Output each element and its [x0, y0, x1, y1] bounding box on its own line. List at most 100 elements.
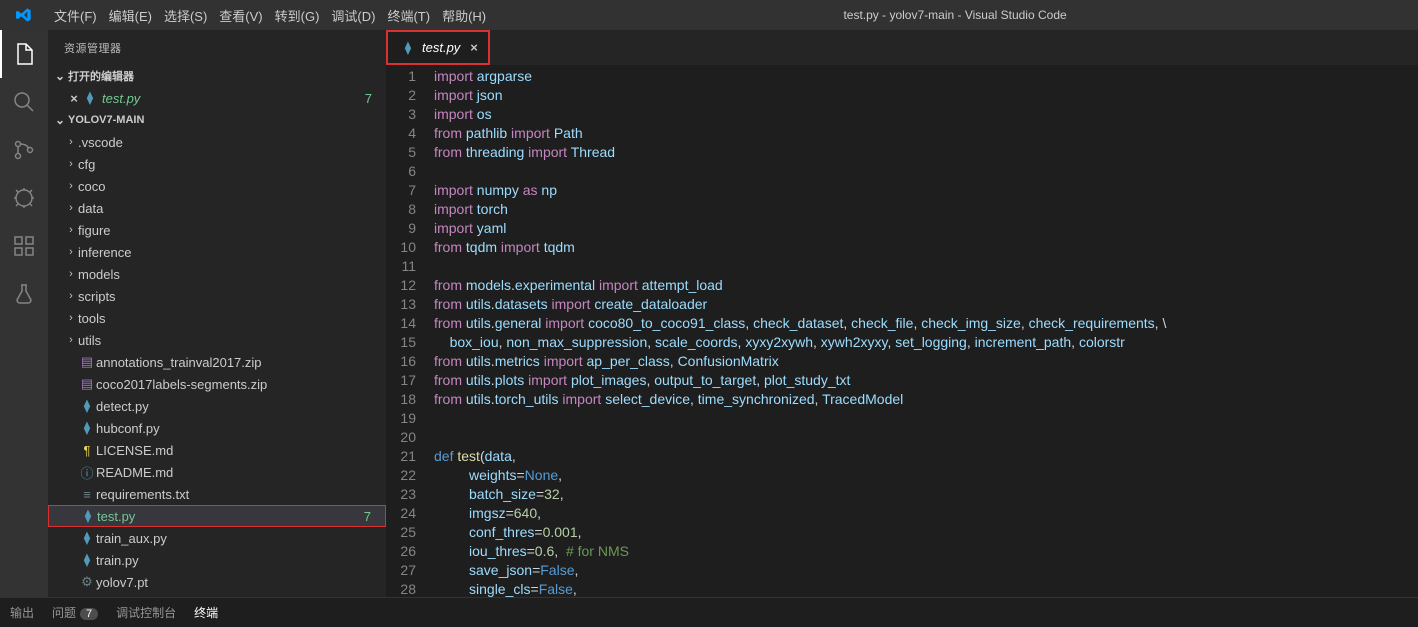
python-file-icon: ⧫ [82, 90, 98, 106]
explorer-icon[interactable] [0, 30, 48, 78]
chevron-down-icon: ⌄ [52, 69, 68, 83]
source-control-icon[interactable] [0, 126, 48, 174]
item-label: train_aux.py [96, 531, 386, 546]
item-label: test.py [97, 509, 364, 524]
lic-file-icon: ¶ [78, 443, 96, 458]
chevron-down-icon: ⌄ [52, 113, 68, 127]
chevron-right-icon: › [64, 136, 78, 148]
chevron-right-icon: › [64, 202, 78, 214]
file-item[interactable]: ⧫train.py [48, 549, 386, 571]
menu-item[interactable]: 终端(T) [381, 6, 436, 25]
file-item[interactable]: ¶LICENSE.md [48, 439, 386, 461]
panel-tab[interactable]: 终端 [194, 604, 218, 621]
menu-item[interactable]: 调试(D) [325, 6, 381, 25]
folder-item[interactable]: ›cfg [48, 153, 386, 175]
file-item[interactable]: ⧫detect.py [48, 395, 386, 417]
code-area[interactable]: 1234567891011121314151617181920212223242… [386, 65, 1418, 597]
chevron-right-icon: › [64, 158, 78, 170]
item-label: hubconf.py [96, 421, 386, 436]
gear-file-icon: ⚙ [78, 574, 96, 590]
item-label: .vscode [78, 135, 386, 150]
folder-item[interactable]: ›coco [48, 175, 386, 197]
item-label: cfg [78, 157, 386, 172]
tab-label: test.py [422, 40, 460, 55]
item-label: coco [78, 179, 386, 194]
file-item[interactable]: ▤annotations_trainval2017.zip [48, 351, 386, 373]
file-item[interactable]: ⚙yolov7.pt [48, 571, 386, 593]
chevron-right-icon: › [64, 246, 78, 258]
folder-item[interactable]: ›.vscode [48, 131, 386, 153]
line-numbers: 1234567891011121314151617181920212223242… [386, 65, 434, 597]
problems-badge: 7 [364, 509, 371, 524]
folder-item[interactable]: ›models [48, 263, 386, 285]
menu-item[interactable]: 编辑(E) [103, 6, 158, 25]
folder-item[interactable]: ›data [48, 197, 386, 219]
debug-icon[interactable] [0, 174, 48, 222]
folder-item[interactable]: ›tools [48, 307, 386, 329]
project-header[interactable]: ⌄ YOLOV7-MAIN [48, 109, 386, 131]
titlebar: 文件(F)编辑(E)选择(S)查看(V)转到(G)调试(D)终端(T)帮助(H)… [0, 0, 1418, 30]
menu-item[interactable]: 转到(G) [269, 6, 326, 25]
item-label: inference [78, 245, 386, 260]
py-file-icon: ⧫ [79, 508, 97, 524]
chevron-right-icon: › [64, 268, 78, 280]
file-item[interactable]: ⧫test.py7 [48, 505, 386, 527]
open-editor-item[interactable]: × ⧫ test.py 7 [48, 87, 386, 109]
item-label: coco2017labels-segments.zip [96, 377, 386, 392]
close-icon[interactable]: × [470, 40, 478, 55]
activitybar [0, 30, 48, 597]
py-file-icon: ⧫ [78, 552, 96, 568]
py-file-icon: ⧫ [78, 398, 96, 414]
zip-file-icon: ▤ [78, 354, 96, 370]
search-icon[interactable] [0, 78, 48, 126]
panel-tab[interactable]: 输出 [10, 604, 34, 621]
extensions-icon[interactable] [0, 222, 48, 270]
bottom-panel: 输出 问题7 调试控制台 终端 [0, 597, 1418, 627]
file-item[interactable]: ⧫hubconf.py [48, 417, 386, 439]
panel-tab[interactable]: 问题7 [52, 604, 98, 621]
chevron-right-icon: › [64, 224, 78, 236]
item-label: tools [78, 311, 386, 326]
editor: ⧫ test.py × 1234567891011121314151617181… [386, 30, 1418, 597]
chevron-right-icon: › [64, 180, 78, 192]
file-item[interactable]: ≡requirements.txt [48, 483, 386, 505]
item-label: figure [78, 223, 386, 238]
item-label: yolov7.pt [96, 575, 386, 590]
menu-item[interactable]: 选择(S) [158, 6, 213, 25]
sidebar: 资源管理器 ⌄ 打开的编辑器 × ⧫ test.py 7 ⌄ YOLOV7-MA… [48, 30, 386, 597]
item-label: data [78, 201, 386, 216]
testing-icon[interactable] [0, 270, 48, 318]
item-label: LICENSE.md [96, 443, 386, 458]
chevron-right-icon: › [64, 312, 78, 324]
item-label: models [78, 267, 386, 282]
item-label: annotations_trainval2017.zip [96, 355, 386, 370]
chevron-right-icon: › [64, 334, 78, 346]
folder-item[interactable]: ›utils [48, 329, 386, 351]
folder-item[interactable]: ›figure [48, 219, 386, 241]
item-label: README.md [96, 465, 386, 480]
item-label: requirements.txt [96, 487, 386, 502]
folder-item[interactable]: ›inference [48, 241, 386, 263]
open-file-name: test.py [102, 91, 365, 106]
md-file-icon: ⓘ [78, 463, 96, 482]
project-name: YOLOV7-MAIN [68, 114, 144, 126]
panel-tab[interactable]: 调试控制台 [116, 604, 176, 621]
folder-item[interactable]: ›scripts [48, 285, 386, 307]
open-editors-label: 打开的编辑器 [68, 68, 134, 84]
file-item[interactable]: ⓘREADME.md [48, 461, 386, 483]
file-item[interactable]: ⧫train_aux.py [48, 527, 386, 549]
menu-item[interactable]: 帮助(H) [436, 6, 492, 25]
file-item[interactable]: ▤coco2017labels-segments.zip [48, 373, 386, 395]
sidebar-title: 资源管理器 [48, 30, 386, 65]
tab-test-py[interactable]: ⧫ test.py × [386, 30, 490, 65]
item-label: detect.py [96, 399, 386, 414]
vscode-logo-icon [0, 7, 48, 23]
close-icon[interactable]: × [66, 91, 82, 106]
req-file-icon: ≡ [78, 487, 96, 502]
code-content[interactable]: import argparseimport jsonimport osfrom … [434, 65, 1418, 597]
chevron-right-icon: › [64, 290, 78, 302]
open-editors-header[interactable]: ⌄ 打开的编辑器 [48, 65, 386, 87]
menu-item[interactable]: 查看(V) [213, 6, 268, 25]
menu-item[interactable]: 文件(F) [48, 6, 103, 25]
python-file-icon: ⧫ [400, 40, 416, 56]
